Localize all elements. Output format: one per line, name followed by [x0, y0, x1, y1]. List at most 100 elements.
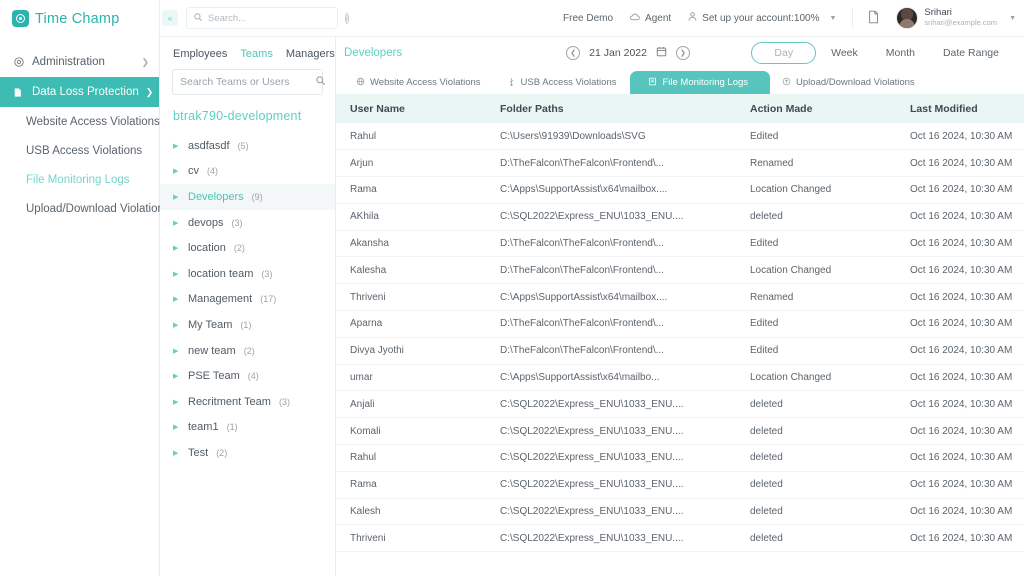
team-count: (4) — [248, 371, 259, 381]
table-row[interactable]: Rama C:\SQL2022\Express_ENU\1033_ENU....… — [336, 471, 1024, 498]
table-row[interactable]: Divya Jyothi D:\TheFalcon\TheFalcon\Fron… — [336, 337, 1024, 364]
list-item-developers[interactable]: ▶ Developers (9) — [160, 184, 335, 210]
column-header-last-modified[interactable]: Last Modified — [896, 94, 1024, 123]
cell-user-name: Akansha — [336, 230, 486, 257]
table-row[interactable]: umar C:\Apps\SupportAssist\x64\mailbo...… — [336, 364, 1024, 391]
list-item[interactable]: ▶ team1 (1) — [160, 415, 335, 441]
calendar-icon[interactable] — [656, 46, 667, 60]
cell-action-made: Edited — [736, 311, 896, 338]
range-day[interactable]: Day — [751, 42, 816, 64]
table-header-row: User Name Folder Paths Action Made Last … — [336, 94, 1024, 123]
subtab-website-access-violations[interactable]: Website Access Violations — [344, 71, 495, 94]
tab-teams[interactable]: Teams — [240, 48, 272, 60]
tab-managers[interactable]: Managers — [286, 48, 335, 60]
table-row[interactable]: Akansha D:\TheFalcon\TheFalcon\Frontend\… — [336, 230, 1024, 257]
list-item[interactable]: ▶ location team (3) — [160, 261, 335, 287]
cell-last-modified: Oct 16 2024, 10:30 AM — [896, 177, 1024, 204]
column-header-action-made[interactable]: Action Made — [736, 94, 896, 123]
sidebar-subitem-upload-download-violations[interactable]: Upload/Download Violations — [0, 194, 159, 223]
list-item[interactable]: ▶ Recritment Team (3) — [160, 389, 335, 415]
team-count: (5) — [238, 141, 249, 151]
range-month[interactable]: Month — [873, 43, 928, 63]
table-row[interactable]: Rama C:\Apps\SupportAssist\x64\mailbox..… — [336, 177, 1024, 204]
list-item[interactable]: ▶ Management (17) — [160, 287, 335, 313]
cell-action-made: deleted — [736, 498, 896, 525]
table-row[interactable]: Thriveni C:\SQL2022\Express_ENU\1033_ENU… — [336, 525, 1024, 552]
cell-folder-path: D:\TheFalcon\TheFalcon\Frontend\... — [486, 230, 736, 257]
table-row[interactable]: AKhila C:\SQL2022\Express_ENU\1033_ENU..… — [336, 203, 1024, 230]
global-search-box[interactable]: i — [186, 7, 338, 29]
triangle-right-icon[interactable]: ▶ — [173, 347, 180, 355]
list-item[interactable]: ▶ PSE Team (4) — [160, 363, 335, 389]
teams-search-input[interactable] — [180, 76, 315, 88]
table-row[interactable]: Kalesh C:\SQL2022\Express_ENU\1033_ENU..… — [336, 498, 1024, 525]
info-icon[interactable]: i — [345, 13, 349, 24]
cell-folder-path: C:\SQL2022\Express_ENU\1033_ENU.... — [486, 418, 736, 445]
table-row[interactable]: Rahul C:\SQL2022\Express_ENU\1033_ENU...… — [336, 445, 1024, 472]
cell-last-modified: Oct 16 2024, 10:30 AM — [896, 471, 1024, 498]
cell-user-name: AKhila — [336, 203, 486, 230]
range-week[interactable]: Week — [818, 43, 871, 63]
chevron-left-circle-icon[interactable]: ❮ — [566, 46, 580, 60]
team-count: (17) — [260, 294, 276, 304]
list-item[interactable]: ▶ location (2) — [160, 235, 335, 261]
triangle-right-icon[interactable]: ▶ — [173, 295, 180, 303]
free-demo-button[interactable]: Free Demo — [563, 13, 613, 24]
triangle-right-icon[interactable]: ▶ — [173, 398, 180, 406]
table-row[interactable]: Kalesha D:\TheFalcon\TheFalcon\Frontend\… — [336, 257, 1024, 284]
triangle-right-icon[interactable]: ▶ — [173, 372, 180, 380]
agent-button[interactable]: Agent — [629, 12, 671, 25]
triangle-right-icon[interactable]: ▶ — [173, 270, 180, 278]
column-header-user-name[interactable]: User Name — [336, 94, 486, 123]
sidebar-subitem-file-monitoring-logs[interactable]: File Monitoring Logs — [0, 165, 159, 194]
account-setup-button[interactable]: Set up your account:100% ▼ — [687, 11, 836, 25]
list-item[interactable]: ▶ Test (2) — [160, 440, 335, 466]
sidebar-item-administration[interactable]: Administration ❯ — [0, 47, 159, 77]
sidebar-item-data-loss-protection[interactable]: Data Loss Protection ❯ — [0, 77, 159, 107]
list-item[interactable]: ▶ devops (3) — [160, 210, 335, 236]
list-item[interactable]: ▶ My Team (1) — [160, 312, 335, 338]
avatar — [896, 7, 918, 29]
chevron-down-icon[interactable]: ▼ — [1009, 15, 1016, 22]
triangle-right-icon[interactable]: ▶ — [173, 142, 180, 150]
triangle-right-icon[interactable]: ▶ — [173, 321, 180, 329]
usb-icon — [507, 77, 516, 88]
cloud-icon — [629, 12, 641, 25]
sidebar-subitem-usb-access-violations[interactable]: USB Access Violations — [0, 136, 159, 165]
tab-employees[interactable]: Employees — [173, 48, 227, 60]
global-search-input[interactable] — [208, 13, 340, 24]
brand-logo[interactable]: Time Champ — [0, 0, 159, 37]
team-name: team1 — [188, 421, 219, 433]
teams-search-box[interactable] — [172, 69, 323, 95]
table-row[interactable]: Rahul C:\Users\91939\Downloads\SVG Edite… — [336, 123, 1024, 150]
collapse-left-icon[interactable]: « — [162, 10, 178, 26]
cell-user-name: Rahul — [336, 445, 486, 472]
triangle-right-icon[interactable]: ▶ — [173, 449, 180, 457]
subtab-usb-access-violations[interactable]: USB Access Violations — [495, 71, 631, 94]
triangle-right-icon[interactable]: ▶ — [173, 167, 180, 175]
document-icon[interactable] — [867, 10, 880, 27]
list-item[interactable]: ▶ asdfasdf (5) — [160, 133, 335, 159]
list-item[interactable]: ▶ new team (2) — [160, 338, 335, 364]
table-row[interactable]: Aparna D:\TheFalcon\TheFalcon\Frontend\.… — [336, 311, 1024, 338]
table-row[interactable]: Arjun D:\TheFalcon\TheFalcon\Frontend\..… — [336, 150, 1024, 177]
team-name: My Team — [188, 319, 232, 331]
triangle-right-icon[interactable]: ▶ — [173, 219, 180, 227]
cell-action-made: deleted — [736, 203, 896, 230]
list-item[interactable]: ▶ cv (4) — [160, 159, 335, 185]
user-profile[interactable]: Srihari srihari@example.com ▼ — [896, 7, 1016, 29]
table-row[interactable]: Thriveni C:\Apps\SupportAssist\x64\mailb… — [336, 284, 1024, 311]
column-header-folder-paths[interactable]: Folder Paths — [486, 94, 736, 123]
table-row[interactable]: Anjali C:\SQL2022\Express_ENU\1033_ENU..… — [336, 391, 1024, 418]
cell-user-name: Aparna — [336, 311, 486, 338]
range-date-range[interactable]: Date Range — [930, 43, 1012, 63]
triangle-right-icon[interactable]: ▶ — [173, 423, 180, 431]
triangle-right-icon[interactable]: ▶ — [173, 193, 180, 201]
table-row[interactable]: Komali C:\SQL2022\Express_ENU\1033_ENU..… — [336, 418, 1024, 445]
agent-label: Agent — [645, 13, 671, 24]
triangle-right-icon[interactable]: ▶ — [173, 244, 180, 252]
chevron-right-circle-icon[interactable]: ❯ — [676, 46, 690, 60]
subtab-upload-download-violations[interactable]: Upload/Download Violations — [770, 71, 929, 94]
subtab-file-monitoring-logs[interactable]: File Monitoring Logs — [630, 71, 770, 94]
sidebar-subitem-website-access-violations[interactable]: Website Access Violations — [0, 107, 159, 136]
